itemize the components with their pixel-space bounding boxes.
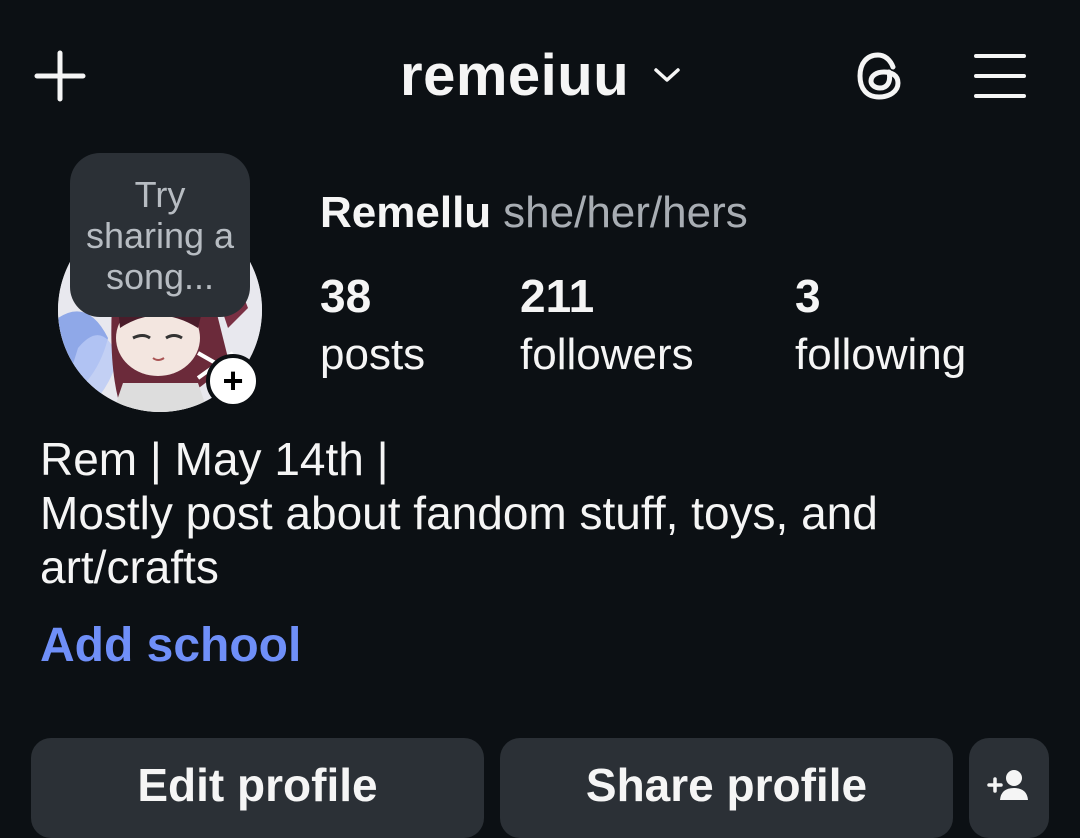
hamburger-menu-icon <box>974 54 1026 98</box>
stat-label: following <box>795 330 967 379</box>
add-school-link[interactable]: Add school <box>40 618 301 673</box>
threads-icon <box>857 52 901 100</box>
display-name: Remellu <box>320 188 492 237</box>
note-placeholder: Try sharing a song... <box>85 173 235 297</box>
account-switcher[interactable]: remeiuu <box>400 40 681 110</box>
plus-icon: + <box>222 360 244 401</box>
stat-value: 38 <box>320 270 372 322</box>
stat-label: followers <box>520 330 694 379</box>
chevron-down-icon <box>654 68 680 82</box>
pronouns: she/her/hers <box>503 188 748 237</box>
edit-profile-button[interactable]: Edit profile <box>31 738 484 838</box>
edit-profile-label: Edit profile <box>137 759 378 811</box>
share-profile-button[interactable]: Share profile <box>500 738 953 838</box>
add-story-button[interactable]: + <box>206 354 260 408</box>
create-button[interactable] <box>28 44 92 108</box>
threads-button[interactable] <box>848 44 912 108</box>
menu-button[interactable] <box>968 44 1032 108</box>
stat-following[interactable]: 3 following <box>795 268 966 386</box>
stat-posts[interactable]: 38 posts <box>320 268 425 386</box>
stat-followers[interactable]: 211 followers <box>520 268 694 386</box>
stat-label: posts <box>320 330 426 379</box>
plus-icon <box>34 50 86 102</box>
bio-line: Mostly post about fandom stuff, toys, an… <box>40 487 878 593</box>
stat-value: 3 <box>795 270 821 322</box>
bio: Rem | May 14th | Mostly post about fando… <box>40 432 1040 594</box>
note-bubble[interactable]: Try sharing a song... <box>70 153 250 317</box>
share-profile-label: Share profile <box>585 759 868 811</box>
suggested-people-button[interactable] <box>969 738 1049 838</box>
stat-value: 211 <box>520 270 595 322</box>
add-person-icon <box>987 770 1028 800</box>
name-row: Remellu she/her/hers <box>320 188 748 238</box>
bio-line: Rem | May 14th | <box>40 433 389 485</box>
username: remeiuu <box>400 42 630 108</box>
